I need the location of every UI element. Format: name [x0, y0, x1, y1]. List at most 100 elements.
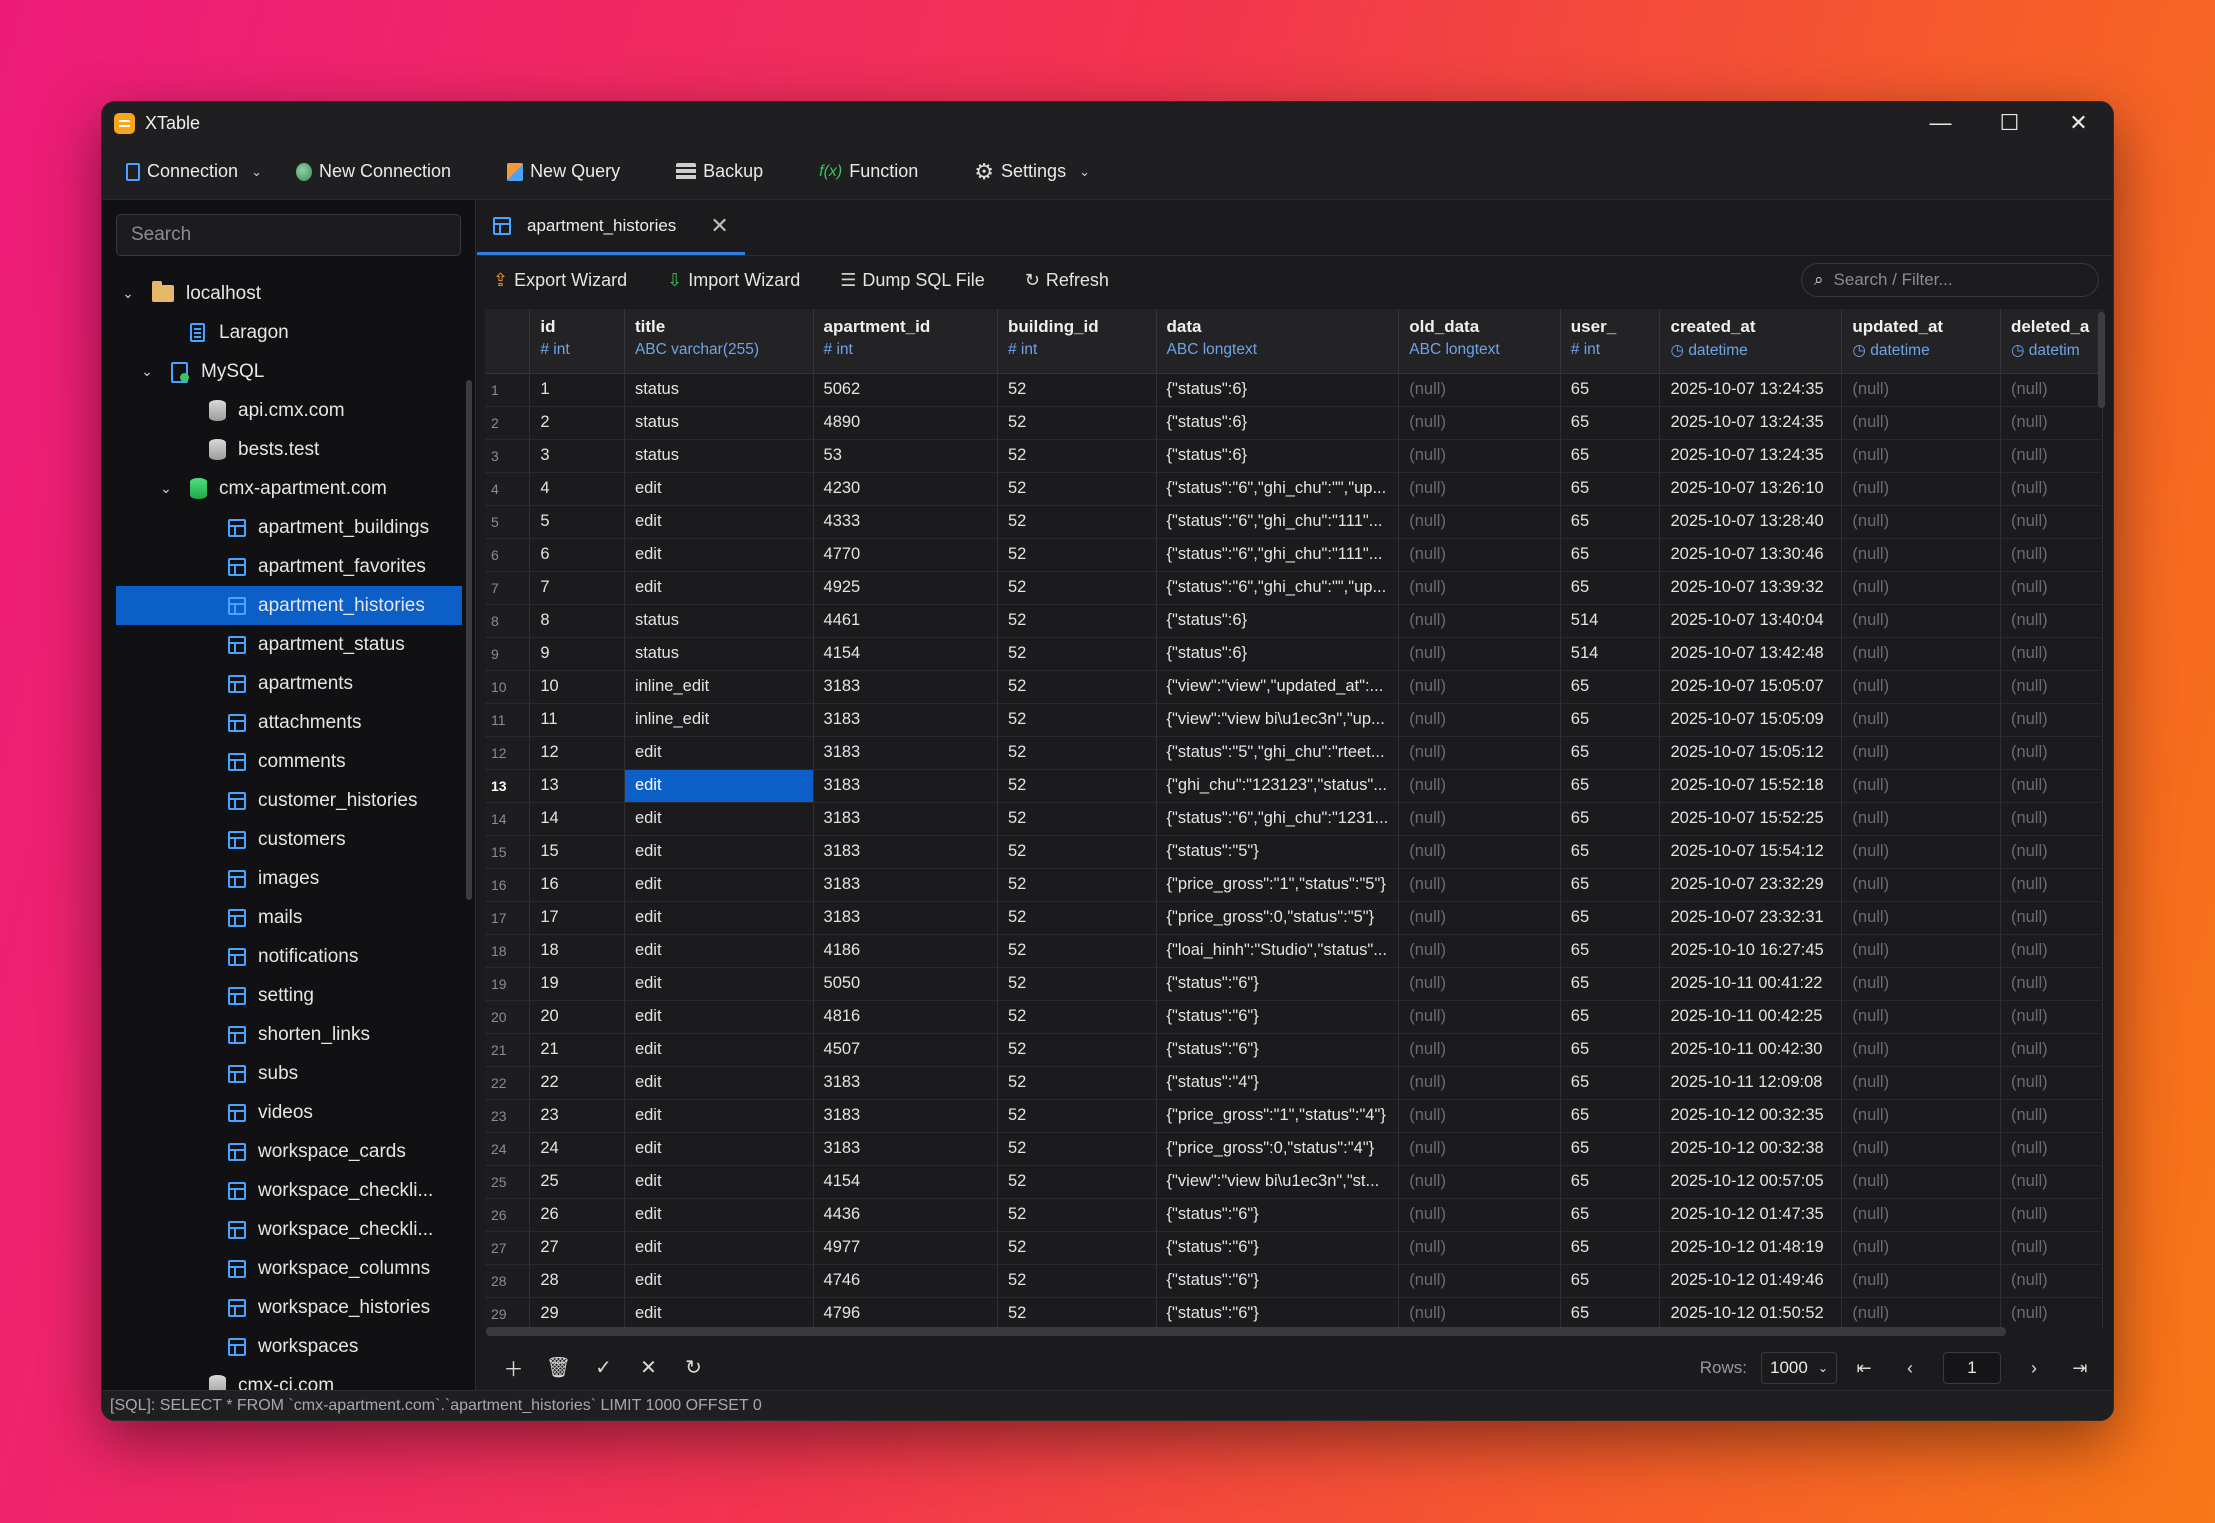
column-header[interactable]: apartment_id # int — [813, 309, 999, 374]
table-cell[interactable]: 2025-10-07 13:30:46 — [1659, 538, 1843, 572]
table-cell[interactable]: (null) — [1841, 769, 2001, 803]
chevron-down-icon[interactable]: ⌄ — [137, 363, 157, 380]
table-cell[interactable]: (null) — [2000, 802, 2103, 836]
column-header[interactable]: id # int — [529, 309, 625, 374]
table-cell[interactable]: 20 — [529, 1000, 625, 1034]
table-cell[interactable]: 4333 — [813, 505, 999, 539]
table-cell[interactable]: (null) — [1841, 538, 2001, 572]
table-cell[interactable]: 65 — [1560, 472, 1661, 506]
tree-item[interactable]: workspace_cards — [116, 1132, 462, 1171]
table-cell[interactable]: 65 — [1560, 1297, 1661, 1329]
tree-item[interactable]: setting — [116, 976, 462, 1015]
table-cell[interactable]: (null) — [2000, 1297, 2103, 1329]
tree-item[interactable]: apartment_histories — [116, 586, 462, 625]
filter-input[interactable]: ⌕ Search / Filter... — [1801, 263, 2099, 297]
table-cell[interactable]: 52 — [997, 802, 1157, 836]
table-row[interactable]: 29 29 edit 4796 52 {"status":"6"} (null) 65 2025… — [485, 1297, 2103, 1329]
table-cell[interactable]: 8 — [529, 604, 625, 638]
table-cell[interactable]: {"loai_hinh":"Studio","status"... — [1156, 934, 1400, 968]
table-cell[interactable]: (null) — [2000, 934, 2103, 968]
table-cell[interactable]: (null) — [1841, 934, 2001, 968]
tree-item[interactable]: apartment_favorites — [116, 547, 462, 586]
backup-button[interactable]: Backup — [664, 152, 775, 192]
table-cell[interactable]: 25 — [529, 1165, 625, 1199]
table-cell[interactable]: 3 — [529, 439, 625, 473]
table-cell[interactable]: 4154 — [813, 1165, 999, 1199]
grid-horizontal-scrollbar[interactable] — [486, 1327, 2006, 1336]
table-cell[interactable]: (null) — [1841, 637, 2001, 671]
table-cell[interactable]: (null) — [1398, 802, 1561, 836]
table-cell[interactable]: 4154 — [813, 637, 999, 671]
table-cell[interactable]: (null) — [1398, 1033, 1561, 1067]
table-cell[interactable]: 24 — [529, 1132, 625, 1166]
table-cell[interactable]: {"view":"view","updated_at":... — [1156, 670, 1400, 704]
table-cell[interactable]: {"status":6} — [1156, 637, 1400, 671]
tree-item[interactable]: apartments — [116, 664, 462, 703]
table-row[interactable]: 15 15 edit 3183 52 {"status":"5"} (null) 65 2025… — [485, 835, 2103, 869]
table-cell[interactable]: 52 — [997, 1231, 1157, 1265]
table-cell[interactable]: (null) — [1398, 769, 1561, 803]
table-cell[interactable]: 65 — [1560, 934, 1661, 968]
chevron-down-icon[interactable]: ⌄ — [118, 285, 138, 302]
table-cell[interactable]: 2025-10-07 15:52:18 — [1659, 769, 1843, 803]
first-page-button[interactable]: ⇤ — [1841, 1358, 1887, 1379]
table-cell[interactable]: status — [624, 406, 814, 440]
table-cell[interactable]: 52 — [997, 505, 1157, 539]
table-cell[interactable]: {"status":"6"} — [1156, 1000, 1400, 1034]
table-cell[interactable]: edit — [624, 802, 814, 836]
table-cell[interactable]: 15 — [529, 835, 625, 869]
table-cell[interactable]: 6 — [529, 538, 625, 572]
table-cell[interactable]: 2025-10-12 00:57:05 — [1659, 1165, 1843, 1199]
table-cell[interactable]: edit — [624, 835, 814, 869]
table-cell[interactable]: 2025-10-07 15:05:12 — [1659, 736, 1843, 770]
table-row[interactable]: 21 21 edit 4507 52 {"status":"6"} (null) 65 2025… — [485, 1033, 2103, 1067]
table-cell[interactable]: 3183 — [813, 769, 999, 803]
tab-apartment-histories[interactable]: apartment_histories ✕ — [477, 199, 745, 255]
tree-item[interactable]: images — [116, 859, 462, 898]
table-cell[interactable]: {"status":"6","ghi_chu":"1231... — [1156, 802, 1400, 836]
table-cell[interactable]: 2025-10-12 00:32:38 — [1659, 1132, 1843, 1166]
table-cell[interactable]: {"status":"5","ghi_chu":"rteet... — [1156, 736, 1400, 770]
table-row[interactable]: 20 20 edit 4816 52 {"status":"6"} (null) 65 2025… — [485, 1000, 2103, 1034]
table-cell[interactable]: (null) — [2000, 868, 2103, 902]
table-cell[interactable]: 4 — [529, 472, 625, 506]
table-cell[interactable]: (null) — [1841, 439, 2001, 473]
table-cell[interactable]: 2025-10-12 01:48:19 — [1659, 1231, 1843, 1265]
table-cell[interactable]: 4746 — [813, 1264, 999, 1298]
table-cell[interactable]: (null) — [1398, 439, 1561, 473]
table-cell[interactable]: 2025-10-07 13:24:35 — [1659, 406, 1843, 440]
table-cell[interactable]: 52 — [997, 439, 1157, 473]
table-cell[interactable]: 10 — [529, 670, 625, 704]
discard-button[interactable]: ✕ — [626, 1355, 671, 1380]
table-cell[interactable]: edit — [624, 1264, 814, 1298]
table-cell[interactable]: 65 — [1560, 406, 1661, 440]
table-cell[interactable]: edit — [624, 868, 814, 902]
table-cell[interactable]: 52 — [997, 1033, 1157, 1067]
tree-item[interactable]: workspaces — [116, 1327, 462, 1366]
table-cell[interactable]: 3183 — [813, 703, 999, 737]
minimize-button[interactable]: — — [1906, 102, 1975, 144]
tree-item[interactable]: api.cmx.com — [116, 391, 462, 430]
table-cell[interactable]: 52 — [997, 1099, 1157, 1133]
table-cell[interactable]: {"view":"view bi\u1ec3n","up... — [1156, 703, 1400, 737]
table-cell[interactable]: (null) — [1398, 373, 1561, 407]
table-cell[interactable]: 2025-10-07 15:05:09 — [1659, 703, 1843, 737]
table-cell[interactable]: (null) — [1398, 736, 1561, 770]
table-cell[interactable]: {"price_gross":0,"status":"5"} — [1156, 901, 1400, 935]
table-cell[interactable]: 2025-10-11 00:41:22 — [1659, 967, 1843, 1001]
table-cell[interactable]: {"status":"6"} — [1156, 1198, 1400, 1232]
table-cell[interactable]: (null) — [2000, 505, 2103, 539]
table-cell[interactable]: 2025-10-10 16:27:45 — [1659, 934, 1843, 968]
tree-item[interactable]: workspace_histories — [116, 1288, 462, 1327]
table-cell[interactable]: 18 — [529, 934, 625, 968]
table-cell[interactable]: (null) — [2000, 769, 2103, 803]
table-cell[interactable]: 23 — [529, 1099, 625, 1133]
table-cell[interactable]: 2025-10-12 01:50:52 — [1659, 1297, 1843, 1329]
table-cell[interactable]: (null) — [1398, 604, 1561, 638]
table-cell[interactable]: (null) — [1398, 1132, 1561, 1166]
table-cell[interactable]: (null) — [1841, 472, 2001, 506]
table-cell[interactable]: edit — [624, 967, 814, 1001]
table-cell[interactable]: (null) — [1841, 406, 2001, 440]
table-row[interactable]: 16 16 edit 3183 52 {"price_gross":"1","status… — [485, 868, 2103, 902]
sidebar-scrollbar[interactable] — [466, 380, 472, 900]
